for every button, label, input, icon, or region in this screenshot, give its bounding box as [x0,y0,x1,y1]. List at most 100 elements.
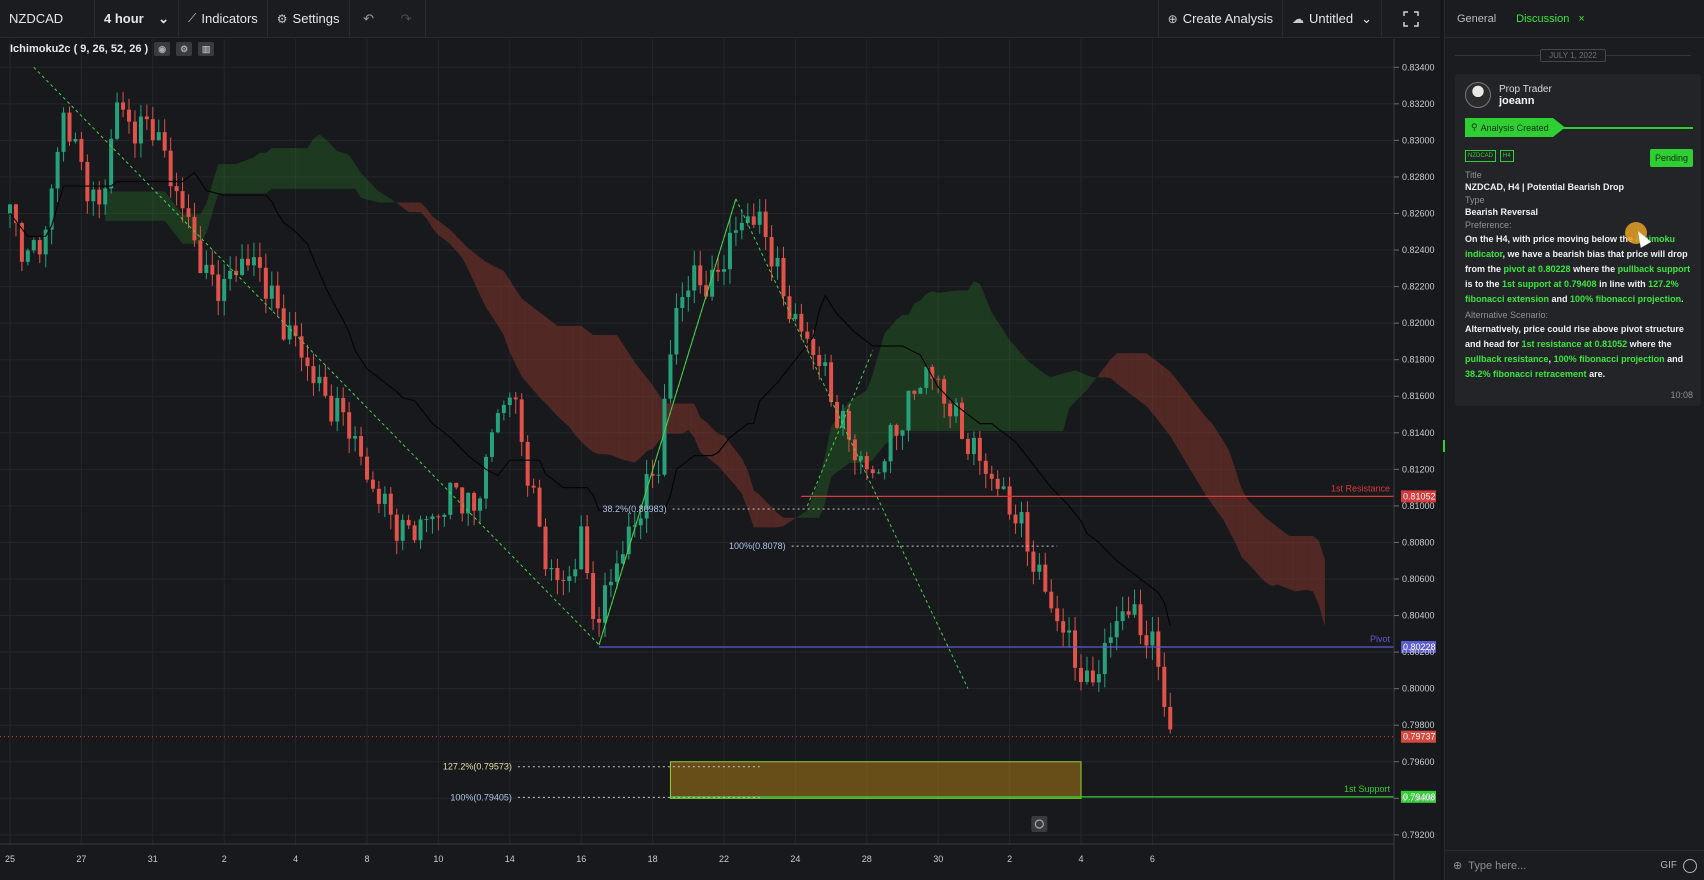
fib-label: 38.2%(0.80983) [603,504,667,514]
candle-body [835,401,840,428]
ichimoku-cloud [503,271,510,353]
ichimoku-cloud [474,252,481,296]
ichimoku-cloud [712,427,719,466]
tab-general[interactable]: General [1457,13,1496,25]
ichimoku-cloud [1253,505,1260,577]
ichimoku-cloud [265,148,272,194]
candle-body [710,269,715,297]
author-username[interactable]: joeann [1499,95,1552,107]
x-tick-label: 30 [933,854,943,864]
last-price-label: 0.79737 [1403,732,1436,742]
candle-body [61,112,66,152]
interval-dropdown[interactable]: 4 hour ⌄ [95,0,179,38]
candle-body [8,204,12,214]
gear-icon[interactable]: ⚙ [176,42,193,56]
title-label: Title [1465,170,1482,180]
candle-body [430,516,435,520]
x-tick-label: 16 [576,854,586,864]
candle-body [418,519,423,541]
candle-body [495,413,500,433]
candle-body [323,376,328,396]
x-tick-label: 4 [1078,854,1083,864]
candle-body [900,430,905,436]
candle-body [906,390,911,431]
gif-button[interactable]: GIF [1660,860,1677,871]
ichimoku-cloud [1128,353,1135,398]
panel-resize-handle[interactable] [1443,440,1445,452]
ichimoku-cloud [825,426,832,503]
ichimoku-cloud [622,344,629,462]
analysis-created-banner: ⚲ Analysis Created [1465,118,1693,137]
candle-body [799,313,804,332]
y-tick-label: 0.81000 [1402,501,1435,511]
plus-circle-icon[interactable]: ⊕ [1453,859,1462,872]
candle-body [739,222,744,231]
close-icon[interactable]: × [1578,13,1584,25]
ichimoku-cloud [1301,536,1308,591]
candle-body [1120,611,1125,622]
author-role: Prop Trader [1499,83,1552,95]
candle-body [668,354,673,399]
level-label: Pivot [1370,634,1391,644]
ichimoku-cloud [1069,370,1076,409]
ichimoku-cloud [200,203,207,244]
highlight-segment: 1st resistance at 0.81052 [1521,339,1628,349]
ichimoku-cloud [242,159,248,194]
candle-body [805,331,810,339]
candle-body [894,424,899,436]
y-tick-label: 0.83400 [1402,62,1435,72]
symbol-label: NZDCAD [9,11,64,26]
price-chart[interactable]: 1st Resistance0.81052Pivot0.802281st Sup… [0,39,1440,880]
message-input[interactable] [1462,859,1661,872]
candle-body [1061,621,1066,633]
candle-body [73,138,78,142]
highlight-segment: pivot at 0.80228 [1503,264,1571,274]
eye-icon[interactable]: ◉ [154,42,171,56]
tab-discussion[interactable]: Discussion × [1516,13,1585,25]
fullscreen-button[interactable] [1382,0,1440,38]
message-time: 10:08 [1670,390,1693,400]
candle-body [150,119,155,141]
candle-body [251,257,256,266]
candle-body [519,399,524,442]
create-analysis-button[interactable]: ⊕ Create Analysis [1159,0,1284,38]
text-segment: in line with [1596,279,1649,289]
candle-body [329,395,334,422]
x-tick-label: 14 [505,854,515,864]
ichimoku-cloud [652,385,659,449]
candle-body [67,112,72,142]
ichimoku-cloud [676,403,683,434]
ichimoku-cloud [349,155,356,189]
candle-body [388,493,393,515]
ichimoku-cloud [402,202,409,213]
undo-button[interactable]: ↶ [350,0,388,38]
candle-body [192,216,197,241]
ichimoku-cloud [521,298,528,384]
ichimoku-cloud [1110,353,1117,384]
ichimoku-cloud [1241,488,1248,564]
ichimoku-cloud [1051,375,1058,431]
ichimoku-cloud [616,335,623,460]
ichimoku-cloud [123,191,129,221]
ichimoku-cloud [271,148,278,189]
candle-body [198,240,203,274]
candle-body [222,278,227,301]
chart-canvas[interactable]: 1st Resistance 0.81052 Pivot 0.80228 1st Sup… [0,39,1440,880]
ichimoku-cloud [307,139,314,189]
ichimoku-cloud [462,242,469,270]
settings-button[interactable]: ⚙ Settings [268,0,350,38]
candle-body [138,116,143,144]
text-segment: are. [1586,369,1606,379]
symbol-selector[interactable]: NZDCAD [0,0,95,38]
layout-dropdown[interactable]: ☁ Untitled ⌄ [1283,0,1382,38]
avatar[interactable] [1465,82,1491,108]
indicators-button[interactable]: ⟋ Indicators [179,0,268,38]
trash-icon[interactable]: ▥ [198,42,215,56]
emoji-icon[interactable] [1683,858,1697,873]
ichimoku-cloud [134,191,141,221]
ichimoku-cloud [1247,499,1254,570]
redo-button[interactable]: ↷ [388,0,426,38]
x-tick-label: 10 [433,854,443,864]
candle-body [1037,564,1042,572]
candle-body [341,397,346,413]
